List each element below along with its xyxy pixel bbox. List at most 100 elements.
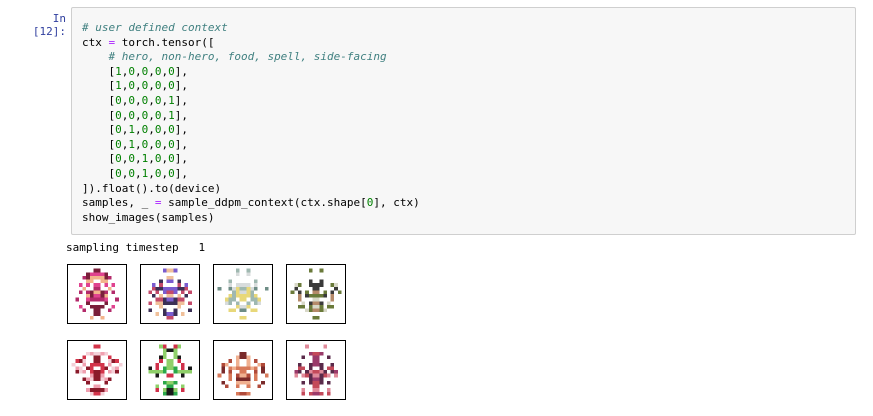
code-token: ],: [174, 64, 188, 78]
sprite-food-purple: [286, 340, 346, 400]
code-token: ,: [135, 166, 142, 180]
sprite-food-orange: [213, 340, 273, 400]
code-token: ],: [174, 123, 188, 137]
code-token: ],: [174, 93, 188, 107]
code-token: # hero, non-hero, food, spell, side-faci…: [108, 50, 387, 64]
code-token: 0: [168, 152, 175, 166]
code-token: 0: [128, 166, 135, 180]
code-line: show_images(samples): [82, 211, 214, 224]
code-token: samples, _: [82, 196, 155, 210]
code-token: ,: [148, 108, 155, 122]
code-token: 0: [115, 108, 122, 122]
sprite-hero-pink: [67, 264, 127, 324]
code-token: # user defined context: [82, 21, 228, 34]
code-token: 0: [168, 79, 175, 93]
code-token: ctx: [82, 35, 109, 49]
sprite-side-white: [213, 264, 273, 324]
code-token: ,: [135, 108, 142, 122]
code-token: [: [82, 64, 116, 78]
code-token: 1: [168, 93, 175, 107]
sprite-side-dark: [286, 264, 346, 324]
code-token: ,: [135, 64, 142, 78]
code-line: [0,0,0,0,1],: [82, 109, 188, 122]
code-token: 0: [128, 108, 135, 122]
code-token: 0: [128, 152, 135, 166]
code-line: [0,0,0,0,1],: [82, 94, 188, 107]
code-line: [1,0,0,0,0],: [82, 79, 188, 92]
code-token: ,: [148, 79, 155, 93]
code-token: ,: [135, 137, 142, 151]
code-token: ], ctx): [373, 196, 420, 210]
code-token: 0: [154, 137, 162, 151]
code-token: 1: [115, 79, 122, 93]
code-line: [0,1,0,0,0],: [82, 138, 188, 151]
code-line: [1,0,0,0,0],: [82, 65, 188, 78]
cell-output-text: sampling timestep 1: [66, 241, 206, 254]
code-editor[interactable]: # user defined context ctx = torch.tenso…: [72, 8, 855, 225]
code-line: # hero, non-hero, food, spell, side-faci…: [82, 50, 387, 63]
code-token: 0: [154, 123, 162, 137]
code-token: ,: [135, 152, 142, 166]
code-token: 0: [168, 166, 175, 180]
code-token: [: [82, 108, 116, 122]
code-token: ,: [135, 79, 142, 93]
code-token: sample_ddpm_context(ctx.shape[: [161, 196, 367, 210]
code-token: [: [82, 152, 116, 166]
code-line: # user defined context: [82, 21, 228, 34]
code-token: [: [82, 137, 116, 151]
code-line: samples, _ = sample_ddpm_context(ctx.sha…: [82, 196, 420, 209]
code-token: 0: [154, 64, 162, 78]
code-token: [: [82, 79, 116, 93]
code-line: ]).float().to(device): [82, 182, 221, 195]
code-token: ],: [174, 137, 188, 151]
code-token: [: [82, 166, 116, 180]
code-token: ],: [174, 108, 188, 122]
code-line: [0,1,0,0,0],: [82, 123, 188, 136]
code-token: ],: [174, 166, 188, 180]
code-token: ],: [174, 79, 188, 93]
code-token: ,: [148, 152, 155, 166]
code-line: [0,0,1,0,0],: [82, 167, 188, 180]
sprite-nonhero-red: [67, 340, 127, 400]
code-token: 0: [115, 152, 122, 166]
code-token: 0: [128, 93, 135, 107]
code-token: 0: [168, 123, 175, 137]
sprite-hero-purple: [140, 264, 200, 324]
code-token: 0: [154, 79, 162, 93]
code-line: [0,0,1,0,0],: [82, 152, 188, 165]
code-token: [: [82, 93, 116, 107]
code-cell-input[interactable]: # user defined context ctx = torch.tenso…: [71, 7, 856, 235]
code-token: 1: [168, 108, 175, 122]
code-token: 0: [128, 79, 135, 93]
code-token: ,: [148, 93, 155, 107]
code-token: ],: [174, 152, 188, 166]
code-token: 0: [154, 93, 162, 107]
code-token: 0: [115, 137, 122, 151]
code-token: 1: [128, 123, 135, 137]
code-token: 0: [115, 123, 122, 137]
code-token: ]).float().to(device): [82, 181, 222, 195]
code-token: torch.tensor([: [115, 35, 215, 49]
code-token: 0: [128, 64, 135, 78]
code-token: ,: [148, 137, 155, 151]
code-token: [: [82, 123, 116, 137]
code-token: 1: [128, 137, 135, 151]
code-token: 0: [154, 166, 162, 180]
code-token: 0: [154, 152, 162, 166]
code-token: ,: [148, 64, 155, 78]
code-token: 0: [115, 93, 122, 107]
code-token: ,: [148, 166, 155, 180]
code-token: 0: [168, 64, 175, 78]
code-token: ,: [135, 93, 142, 107]
code-token: 1: [115, 64, 122, 78]
code-token: 0: [154, 108, 162, 122]
cell-prompt: In [12]:: [32, 12, 66, 38]
code-token: ,: [135, 123, 142, 137]
code-token: 0: [168, 137, 175, 151]
code-token: 0: [115, 166, 122, 180]
sprite-nonhero-green: [140, 340, 200, 400]
code-token: show_images(samples): [82, 210, 215, 224]
code-token: ,: [148, 123, 155, 137]
code-line: ctx = torch.tensor([: [82, 36, 214, 49]
